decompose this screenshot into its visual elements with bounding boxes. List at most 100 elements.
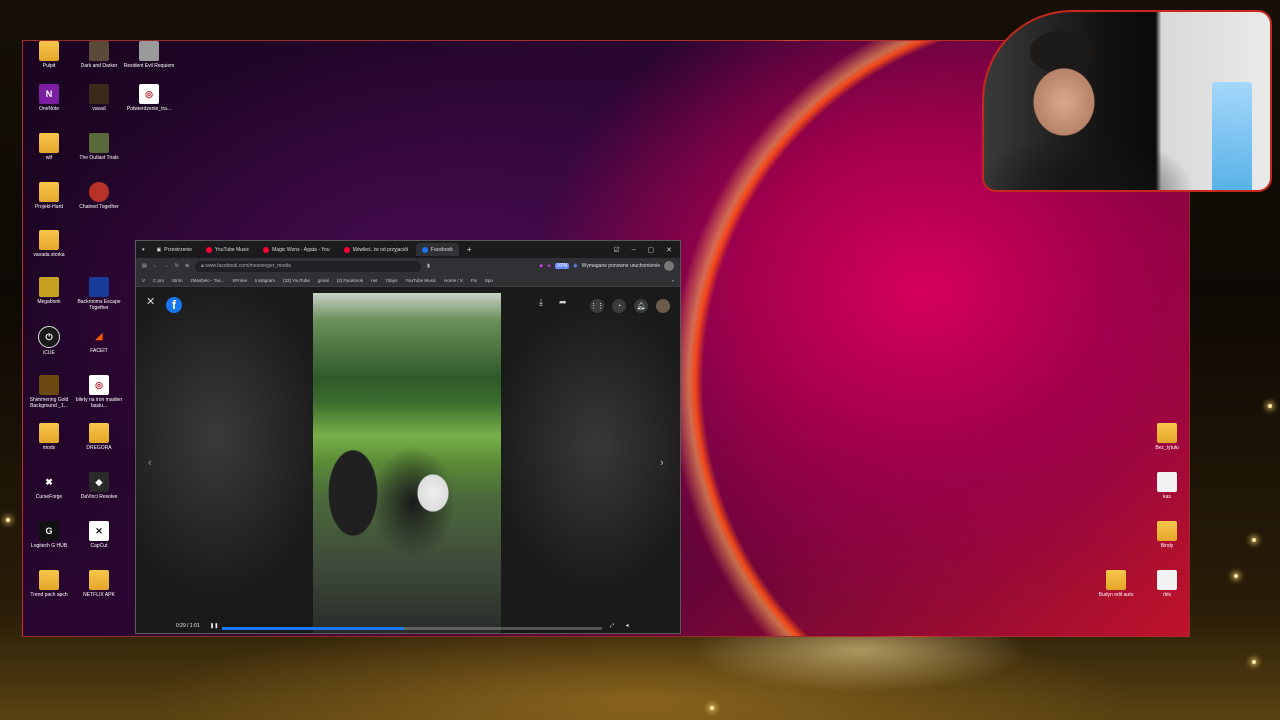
sidebar-icon[interactable]: ▤ bbox=[142, 263, 147, 269]
desktop-icon[interactable]: ◎ bilety na iron maiden basiu... bbox=[69, 375, 129, 409]
previous-icon[interactable]: ‹ bbox=[148, 457, 152, 469]
spaces-icon: ▣ bbox=[156, 246, 162, 253]
stream-background: Pulpit Dark and Darker Resident Evil Req… bbox=[0, 0, 1280, 720]
minimize-icon[interactable]: – bbox=[632, 246, 636, 254]
tab-facebook[interactable]: Facebook bbox=[415, 243, 459, 256]
desktop-icon[interactable]: Bindy bbox=[1137, 521, 1189, 549]
desktop-icon[interactable]: ◆ DaVinci Resolve bbox=[69, 472, 129, 500]
bookmark-item[interactable]: 7days bbox=[385, 278, 397, 283]
app-icon bbox=[89, 277, 109, 297]
desktop-icon[interactable]: ◢ FACEIT bbox=[69, 326, 129, 355]
back-icon[interactable]: ← bbox=[153, 263, 158, 269]
desktop-icon[interactable]: Backrooms Escape Together bbox=[69, 277, 129, 311]
desktop-icon-label: Logitech G HUB bbox=[30, 543, 68, 549]
youtube-icon bbox=[263, 246, 270, 253]
bookmark-item[interactable]: (2) Facebook bbox=[337, 278, 364, 283]
lock-icon: 🔒︎ bbox=[201, 263, 204, 269]
download-icon[interactable]: ⤓ bbox=[539, 297, 543, 308]
desktop-icon[interactable]: Resident Evil Requiem bbox=[119, 41, 179, 69]
desktop-icon-label: Pulpit bbox=[42, 63, 56, 69]
bookmark-item[interactable]: C pro bbox=[153, 278, 164, 283]
folder-icon bbox=[39, 133, 59, 153]
media-viewer: ✕ f ⤓ ➦ ⋮⋮ ◔ 🔔︎ ‹ › 0:29 / 1:01 ❚❚ ⤢ 🔊︎ bbox=[136, 287, 680, 633]
bookmark-item[interactable]: net bbox=[371, 278, 377, 283]
app-icon bbox=[89, 182, 109, 202]
menu-grid-icon[interactable]: ⋮⋮ bbox=[590, 299, 604, 313]
folder-icon bbox=[39, 423, 59, 443]
desktop-icon[interactable]: Bez_tytułu bbox=[1137, 423, 1189, 451]
bookmark-item[interactable]: gmail bbox=[318, 278, 329, 283]
video-frame[interactable] bbox=[313, 293, 501, 633]
bookmark-item[interactable]: Strim bbox=[172, 278, 183, 283]
new-tab-button[interactable]: + bbox=[461, 245, 478, 254]
desktop-icon-label: bilety na iron maiden basiu... bbox=[75, 397, 123, 409]
desktop-icon[interactable]: ✕ CapCut bbox=[69, 521, 129, 549]
bookmark-item[interactable]: Fix bbox=[471, 278, 477, 283]
extension-icon: ◈ bbox=[547, 263, 551, 269]
desktop-icon[interactable]: The Outlast Trials bbox=[69, 133, 129, 161]
desktop-icon[interactable]: NETFLIX APK bbox=[69, 570, 129, 598]
file-icon bbox=[1157, 570, 1177, 590]
reload-icon[interactable]: ↻ bbox=[175, 263, 179, 269]
bookmark-item[interactable]: (33) YouTube bbox=[283, 278, 310, 283]
bookmark-item[interactable]: Instagram bbox=[255, 278, 275, 283]
bookmark-icon[interactable]: ▮ bbox=[427, 263, 430, 269]
sparkle bbox=[1234, 574, 1238, 578]
tab-youtube[interactable]: Magic Wons - Agata - You bbox=[257, 243, 335, 256]
avatar[interactable] bbox=[656, 299, 670, 313]
sparkle bbox=[1252, 538, 1256, 542]
video-progress-bar[interactable] bbox=[222, 627, 602, 630]
more-bookmarks-icon[interactable]: » bbox=[671, 278, 674, 283]
tab-strip: ▾ ▣ Przestrzenie YouTube Music Magic Wons… bbox=[136, 241, 680, 258]
tab-label: Mówiłeś, że od przyjaciół bbox=[352, 246, 408, 253]
bookmark-item[interactable]: XPrime bbox=[232, 278, 247, 283]
pause-icon[interactable]: ❚❚ bbox=[210, 623, 218, 629]
pc-case-glow bbox=[1212, 82, 1252, 190]
volume-icon[interactable]: 🔊︎ bbox=[626, 623, 629, 629]
tab-spaces[interactable]: ▣ Przestrzenie bbox=[151, 243, 199, 256]
desktop-icon-label: Backrooms Escape Together bbox=[77, 299, 121, 311]
bookmark-item[interactable]: Spo bbox=[485, 278, 493, 283]
tab-menu-icon[interactable]: ▾ bbox=[136, 247, 151, 253]
onenote-icon: N bbox=[39, 84, 59, 104]
desktop-icon[interactable]: kas bbox=[1137, 472, 1189, 500]
desktop-icon-label: Bez_tytułu bbox=[1155, 445, 1179, 451]
restart-button[interactable]: ◆ ◈ VPN ◉ Wymagane ponowne uruchomienie bbox=[539, 261, 674, 271]
forward-icon[interactable]: → bbox=[164, 263, 169, 269]
bookmark-item[interactable]: Home / X bbox=[444, 278, 463, 283]
desktop-icon[interactable]: Chained Together bbox=[69, 182, 129, 210]
messenger-icon[interactable]: ◔ bbox=[612, 299, 626, 313]
maximize-icon[interactable]: ▢ bbox=[648, 246, 655, 254]
desktop-icon-label: mods bbox=[42, 445, 56, 451]
video-time: 0:29 / 1:01 bbox=[176, 623, 200, 629]
desktop-icon-label: DREGORA bbox=[86, 445, 112, 451]
folder-icon bbox=[89, 570, 109, 590]
app-icon bbox=[89, 41, 109, 61]
desktop-icon[interactable]: vavada storka bbox=[23, 230, 79, 258]
sparkle bbox=[1268, 404, 1272, 408]
tab-label: Magic Wons - Agata - You bbox=[272, 246, 330, 253]
extensions-icon[interactable]: ☑ bbox=[613, 246, 619, 254]
tab-youtube[interactable]: Mówiłeś, że od przyjaciół bbox=[338, 243, 414, 256]
notifications-icon[interactable]: 🔔︎ bbox=[634, 299, 648, 313]
youtube-icon bbox=[343, 246, 350, 253]
sparkle bbox=[710, 706, 714, 710]
next-icon[interactable]: › bbox=[660, 457, 664, 469]
webcam-overlay bbox=[982, 10, 1272, 192]
desktop-icon[interactable]: rblx bbox=[1137, 570, 1189, 598]
url-field[interactable]: 🔒︎ www.facebook.com/messenger_media bbox=[195, 260, 422, 272]
update-icon: ◉ bbox=[573, 263, 578, 269]
close-viewer-icon[interactable]: ✕ bbox=[146, 295, 155, 308]
bookmark-item[interactable]: YouTube Music bbox=[405, 278, 436, 283]
fullscreen-icon[interactable]: ⤢ bbox=[610, 623, 614, 629]
site-info-icon[interactable]: ⊕ bbox=[185, 263, 189, 269]
bookmark-item[interactable]: V bbox=[142, 278, 145, 283]
bookmark-item[interactable]: zMasbelo - Twi... bbox=[191, 278, 225, 283]
facebook-logo-icon[interactable]: f bbox=[166, 297, 182, 313]
close-icon[interactable]: ✕ bbox=[666, 246, 672, 254]
tab-youtube-music[interactable]: YouTube Music bbox=[200, 243, 255, 256]
share-icon[interactable]: ➦ bbox=[559, 297, 567, 308]
app-icon bbox=[89, 133, 109, 153]
desktop-icon[interactable]: DREGORA bbox=[69, 423, 129, 451]
desktop-icon[interactable]: ◎ Potwierdzenie_tra... bbox=[119, 84, 179, 112]
